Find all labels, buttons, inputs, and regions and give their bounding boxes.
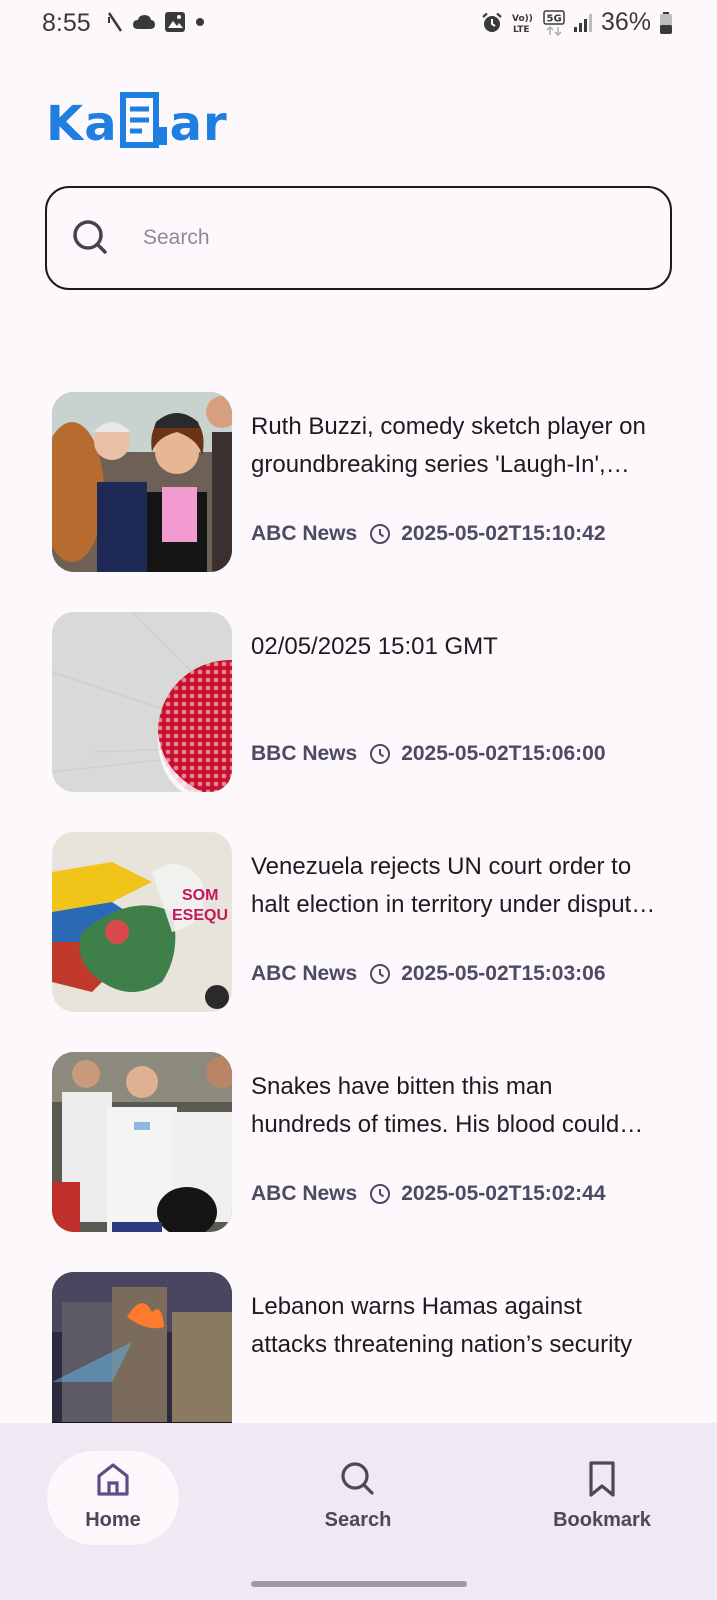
dot-icon [196, 18, 204, 26]
search-icon [73, 220, 107, 254]
news-item[interactable]: SOM ESEQU Venezuela rejects UN court ord… [52, 832, 672, 1012]
nav-label: Search [324, 1509, 392, 1531]
bottom-navigation: Home Search Bookmark [0, 1423, 717, 1600]
status-notification-icons [106, 11, 206, 33]
nav-label: Home [85, 1509, 141, 1531]
clock-icon [370, 964, 391, 984]
news-meta: BBC News 2025-05-02T15:06:00 [251, 742, 606, 766]
news-time: 2025-05-02T15:02:44 [401, 1182, 606, 1205]
app-screen: 8:55 Vo)) LTE 5G 36% Ka ar Search Ruth B… [0, 0, 717, 1600]
volte-icon: Vo))LTE [512, 14, 533, 35]
battery-icon [660, 11, 672, 34]
clock-icon [370, 744, 391, 764]
news-meta: ABC News 2025-05-02T15:02:44 [251, 1182, 606, 1206]
battery-percentage: 36% [600, 8, 651, 36]
bookmark-icon [589, 1461, 615, 1497]
svg-text:5G: 5G [546, 13, 561, 24]
news-title: 02/05/2025 15:01 GMT [251, 633, 498, 660]
news-item[interactable]: 02/05/2025 15:01 GMT BBC News 2025-05-02… [52, 612, 672, 792]
news-item[interactable]: Snakes have bitten this man hundreds of … [52, 1052, 672, 1232]
news-thumbnail [52, 1052, 232, 1232]
news-source: ABC News [251, 962, 358, 985]
news-source: BBC News [251, 742, 358, 765]
news-title: Snakes have bitten this man hundreds of … [251, 1073, 620, 1138]
clock-icon [370, 524, 391, 544]
status-system-icons: Vo)) LTE 5G 36% [481, 8, 673, 37]
logo-text-right: ar [169, 96, 228, 152]
home-icon [97, 1463, 129, 1496]
news-item[interactable]: Lebanon warns Hamas against attacks thre… [52, 1272, 672, 1423]
news-list[interactable]: Ruth Buzzi, comedy sketch player on grou… [0, 392, 717, 1423]
news-thumbnail [52, 392, 232, 572]
clock-icon [370, 1184, 391, 1204]
news-meta: ABC News 2025-05-02T15:10:42 [251, 522, 606, 546]
search-icon [341, 1462, 374, 1495]
search-input[interactable] [143, 226, 603, 250]
news-title: Ruth Buzzi, comedy sketch player on grou… [251, 413, 646, 478]
signal-icon [573, 13, 592, 32]
nav-search[interactable]: Search [292, 1451, 424, 1545]
no-signal-slash-icon [107, 12, 123, 32]
news-thumbnail [52, 612, 232, 792]
nav-home[interactable]: Home [47, 1451, 179, 1545]
app-logo: Ka ar [46, 86, 228, 148]
status-bar: 8:55 Vo)) LTE 5G 36% [0, 0, 717, 48]
news-time: 2025-05-02T15:03:06 [401, 962, 606, 985]
gesture-home-indicator[interactable] [251, 1581, 467, 1587]
5g-icon: 5G [543, 9, 565, 36]
news-source: ABC News [251, 1182, 358, 1205]
news-thumbnail [52, 1272, 232, 1423]
logo-text-left: Ka [46, 96, 118, 152]
search-bar[interactable] [45, 186, 672, 290]
status-time: 8:55 [42, 9, 91, 37]
news-title: Venezuela rejects UN court order to halt… [251, 853, 645, 918]
news-source: ABC News [251, 522, 358, 545]
gallery-icon [165, 12, 185, 32]
svg-text:LTE: LTE [513, 25, 530, 35]
alarm-icon [482, 12, 502, 32]
news-time: 2025-05-02T15:10:42 [401, 522, 606, 545]
news-time: 2025-05-02T15:06:00 [401, 742, 606, 765]
news-meta: ABC News 2025-05-02T15:03:06 [251, 962, 606, 986]
news-thumbnail: SOM ESEQU [52, 832, 232, 1012]
news-title: Lebanon warns Hamas against attacks thre… [251, 1293, 633, 1358]
svg-text:Vo)): Vo)) [512, 14, 533, 24]
svg-text:ESEQU: ESEQU [172, 907, 228, 924]
svg-text:SOM: SOM [182, 887, 218, 904]
nav-label: Bookmark [553, 1509, 651, 1531]
document-icon [119, 92, 167, 148]
news-item[interactable]: Ruth Buzzi, comedy sketch player on grou… [52, 392, 672, 572]
nav-bookmark[interactable]: Bookmark [536, 1451, 668, 1545]
cloud-icon [133, 15, 155, 29]
